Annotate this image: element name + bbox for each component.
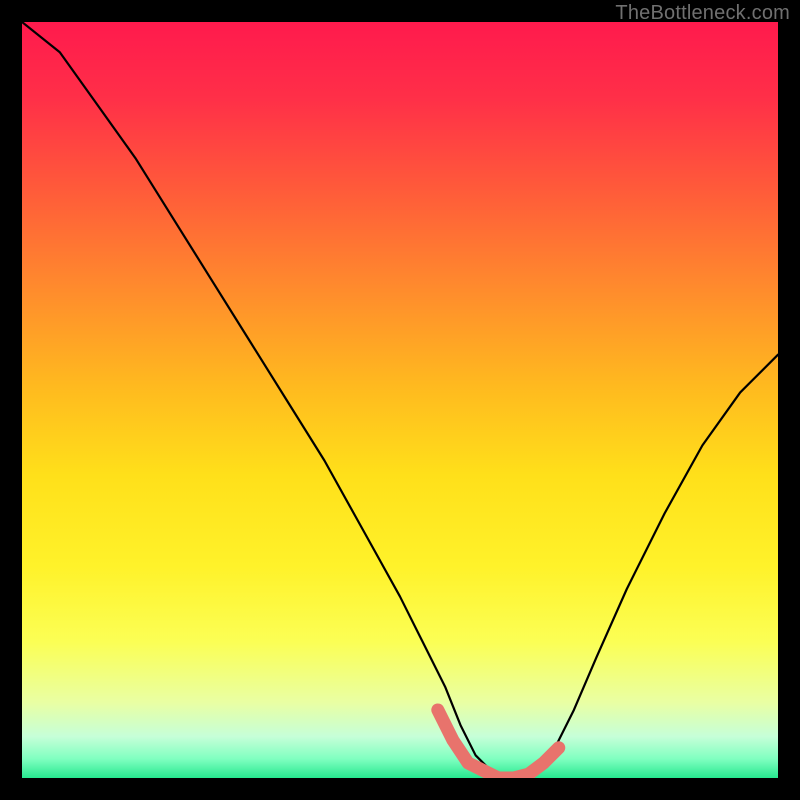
watermark-text: TheBottleneck.com <box>615 2 790 25</box>
plot-area <box>22 22 778 778</box>
bottleneck-curve <box>22 22 778 778</box>
optimal-range-markers <box>432 704 559 778</box>
curve-path <box>22 22 778 778</box>
marker-band <box>438 710 559 778</box>
